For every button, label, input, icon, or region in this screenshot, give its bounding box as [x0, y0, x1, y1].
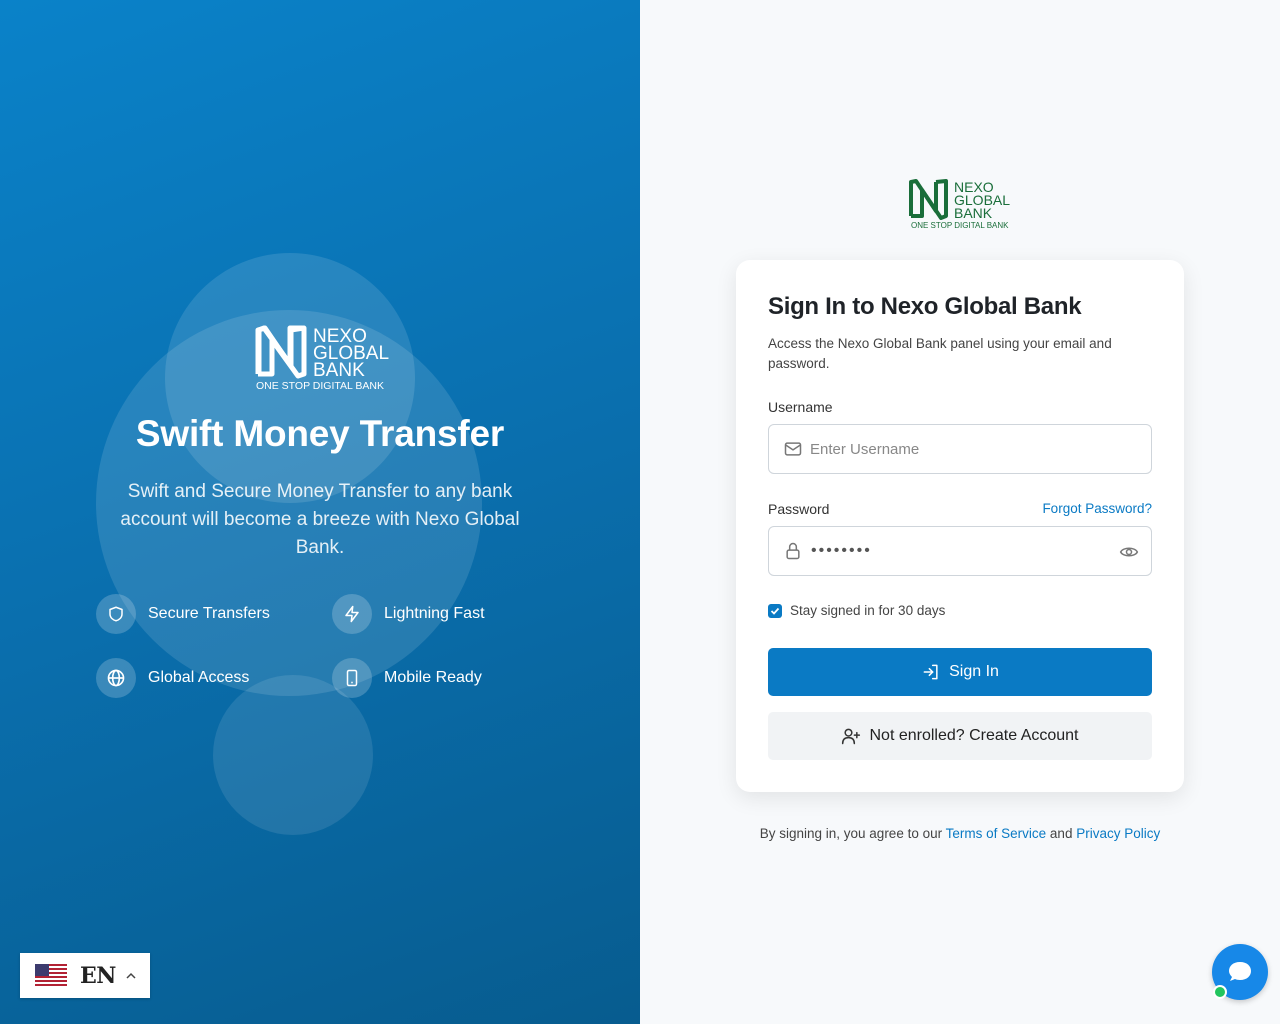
terms-notice: By signing in, you agree to our Terms of…: [736, 826, 1184, 841]
language-selector[interactable]: EN: [20, 953, 150, 998]
password-label: Password: [768, 501, 830, 517]
create-account-button[interactable]: Not enrolled? Create Account: [768, 712, 1152, 760]
eye-icon[interactable]: [1119, 542, 1139, 562]
chat-bubble-icon: [1229, 962, 1251, 981]
feature-label: Global Access: [148, 669, 250, 686]
feature-global-access: Global Access: [96, 658, 249, 698]
globe-icon: [96, 658, 136, 698]
username-input[interactable]: [810, 440, 1100, 458]
chevron-up-icon: [126, 972, 136, 979]
shield-icon: [96, 594, 136, 634]
feature-secure-transfers: Secure Transfers: [96, 594, 270, 634]
feature-lightning-fast: Lightning Fast: [332, 594, 485, 634]
logo-text-line3: BANK: [313, 360, 365, 381]
signin-button-label: Sign In: [949, 663, 999, 680]
decorative-circle: [213, 675, 373, 835]
feature-mobile-ready: Mobile Ready: [332, 658, 482, 698]
terms-and: and: [1049, 826, 1073, 841]
privacy-policy-link[interactable]: Privacy Policy: [1076, 826, 1160, 841]
logo-tagline: ONE STOP DIGITAL BANK: [911, 221, 1009, 230]
language-code: EN: [80, 962, 116, 989]
smartphone-icon: [332, 658, 372, 698]
hero-subtitle: Swift and Secure Money Transfer to any b…: [120, 481, 520, 558]
username-label: Username: [768, 399, 833, 415]
hero-title: Swift Money Transfer: [135, 413, 505, 454]
password-field[interactable]: ••••••••: [768, 526, 1152, 576]
username-field[interactable]: [768, 424, 1152, 474]
mail-icon: [784, 442, 802, 456]
forgot-password-link[interactable]: Forgot Password?: [1042, 501, 1152, 516]
terms-of-service-link[interactable]: Terms of Service: [946, 826, 1047, 841]
online-status-indicator: [1213, 985, 1227, 999]
brand-logo-small: NEXO GLOBAL BANK ONE STOP DIGITAL BANK: [909, 179, 1010, 230]
remember-me[interactable]: Stay signed in for 30 days: [768, 603, 945, 618]
logo-text-line3: BANK: [954, 205, 993, 221]
login-icon: [923, 664, 938, 680]
us-flag-icon: [35, 963, 67, 988]
check-icon: [770, 607, 780, 615]
lightning-icon: [332, 594, 372, 634]
hero-panel: NEXO GLOBAL BANK ONE STOP DIGITAL BANK S…: [0, 0, 640, 1024]
feature-label: Mobile Ready: [384, 669, 482, 686]
remember-label: Stay signed in for 30 days: [790, 603, 946, 618]
signin-description: Access the Nexo Global Bank panel using …: [768, 336, 1112, 371]
terms-prefix: By signing in, you agree to our: [759, 826, 943, 841]
feature-label: Secure Transfers: [148, 605, 270, 622]
logo-tagline: ONE STOP DIGITAL BANK: [256, 380, 384, 392]
brand-logo: NEXO GLOBAL BANK ONE STOP DIGITAL BANK: [255, 325, 389, 392]
remember-checkbox[interactable]: [768, 603, 782, 618]
user-plus-icon: [842, 728, 861, 745]
signin-title: Sign In to Nexo Global Bank: [768, 293, 1082, 320]
signin-card: Sign In to Nexo Global Bank Access the N…: [736, 260, 1184, 792]
feature-label: Lightning Fast: [384, 605, 485, 622]
password-input[interactable]: ••••••••: [811, 542, 872, 560]
signin-button[interactable]: Sign In: [768, 648, 1152, 696]
lock-icon: [786, 542, 800, 560]
create-account-label: Not enrolled? Create Account: [869, 727, 1079, 744]
